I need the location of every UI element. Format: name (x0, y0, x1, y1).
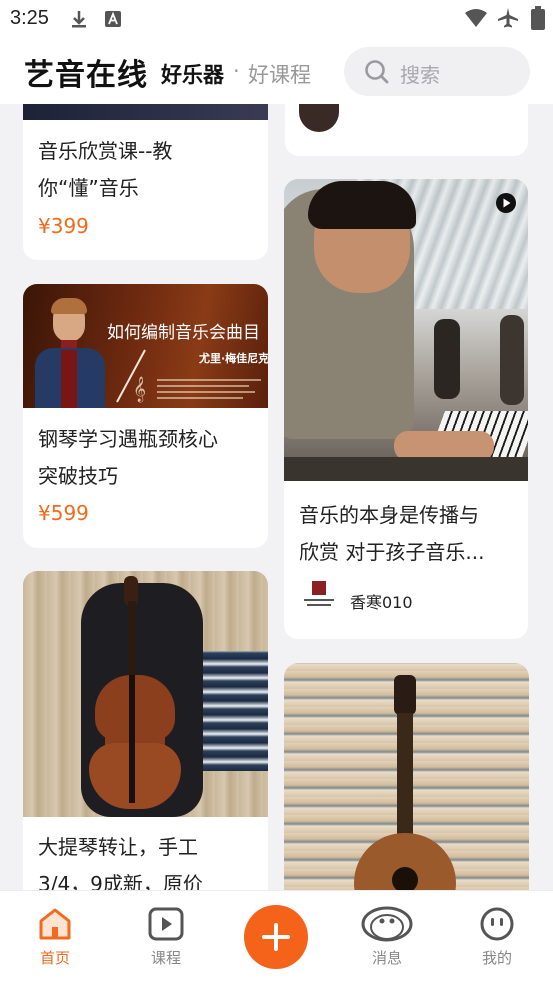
top-header: 艺音在线 好乐器 · 好课程 搜索 (0, 38, 553, 104)
instrument-card-guitar[interactable] (284, 663, 529, 890)
card-title: 钢琴学习遇瓶颈核心 (38, 427, 218, 451)
battery-icon (531, 6, 545, 30)
search-bar[interactable]: 搜索 (344, 47, 530, 96)
nav-label: 我的 (481, 949, 512, 967)
bottom-navigation: 首页 课程 消息 我的 (0, 890, 553, 984)
nav-label: 消息 (371, 949, 402, 967)
banner-title: 如何编制音乐会曲目 (107, 323, 260, 343)
card-title: 你“懂”音乐 (38, 176, 139, 200)
message-icon (361, 906, 413, 942)
card-price: ¥599 (38, 501, 89, 525)
wifi-icon (465, 9, 487, 27)
status-bar: 3:25 (0, 0, 553, 38)
avatar (299, 104, 339, 132)
course-card-piano-technique[interactable]: 𝄞 如何编制音乐会曲目 尤里·梅佳尼克 钢琴学习遇瓶颈核心 突破技巧 ¥599 (23, 284, 268, 548)
tab-separator: · (233, 59, 240, 83)
add-post-button[interactable] (244, 905, 308, 969)
post-card-top[interactable] (285, 104, 528, 156)
video-play-icon (496, 193, 516, 213)
course-thumbnail (23, 104, 268, 120)
nav-messages[interactable]: 消息 (342, 891, 432, 984)
airplane-icon (498, 8, 518, 28)
nav-label: 课程 (150, 949, 181, 967)
profile-icon (480, 907, 514, 941)
nav-courses[interactable]: 课程 (121, 891, 211, 984)
nav-label: 首页 (39, 949, 70, 967)
teacher-portrait (31, 298, 111, 408)
instrument-card-cello[interactable]: 大提琴转让，手工 3/4，9成新，原价 (23, 571, 268, 890)
card-title: 大提琴转让，手工 (38, 835, 198, 859)
piano-video-thumbnail (284, 179, 528, 481)
nav-home[interactable]: 首页 (10, 891, 100, 984)
nav-profile[interactable]: 我的 (452, 891, 542, 984)
text-a-icon (105, 11, 121, 27)
svg-text:𝄞: 𝄞 (133, 376, 146, 402)
card-title: 音乐欣赏课--教 (38, 139, 173, 163)
card-title: 突破技巧 (38, 464, 118, 488)
plus-icon (262, 923, 290, 951)
tab-instruments[interactable]: 好乐器 (161, 59, 224, 89)
cello-photo (23, 571, 268, 817)
search-placeholder: 搜索 (400, 63, 440, 87)
search-icon (365, 60, 389, 84)
product-feed: 音乐欣赏课--教 你“懂”音乐 ¥399 𝄞 如何编制音乐会曲目 尤里·梅佳尼克 (0, 104, 553, 890)
banner-description-lines (157, 376, 261, 404)
post-card-piano[interactable]: 音乐的本身是传播与 欣赏 对于孩子音乐... 香寒010 (284, 179, 528, 639)
card-price: ¥399 (38, 214, 89, 238)
course-banner: 𝄞 如何编制音乐会曲目 尤里·梅佳尼克 (23, 284, 268, 408)
guitar-photo (284, 663, 529, 890)
author-avatar (302, 579, 336, 613)
card-title: 欣赏 对于孩子音乐... (299, 540, 485, 564)
download-icon (72, 11, 86, 28)
status-time: 3:25 (10, 7, 49, 29)
author-name: 香寒010 (350, 593, 413, 612)
card-title: 3/4，9成新，原价 (38, 872, 203, 890)
banner-name: 尤里·梅佳尼克 (199, 352, 268, 365)
card-title: 音乐的本身是传播与 (299, 503, 479, 527)
course-card-music-appreciation[interactable]: 音乐欣赏课--教 你“懂”音乐 ¥399 (23, 104, 268, 260)
app-title: 艺音在线 (24, 58, 148, 93)
home-icon (39, 908, 71, 940)
baton-icon: 𝄞 (116, 349, 146, 403)
course-play-icon (148, 907, 184, 941)
tab-courses[interactable]: 好课程 (248, 59, 311, 89)
